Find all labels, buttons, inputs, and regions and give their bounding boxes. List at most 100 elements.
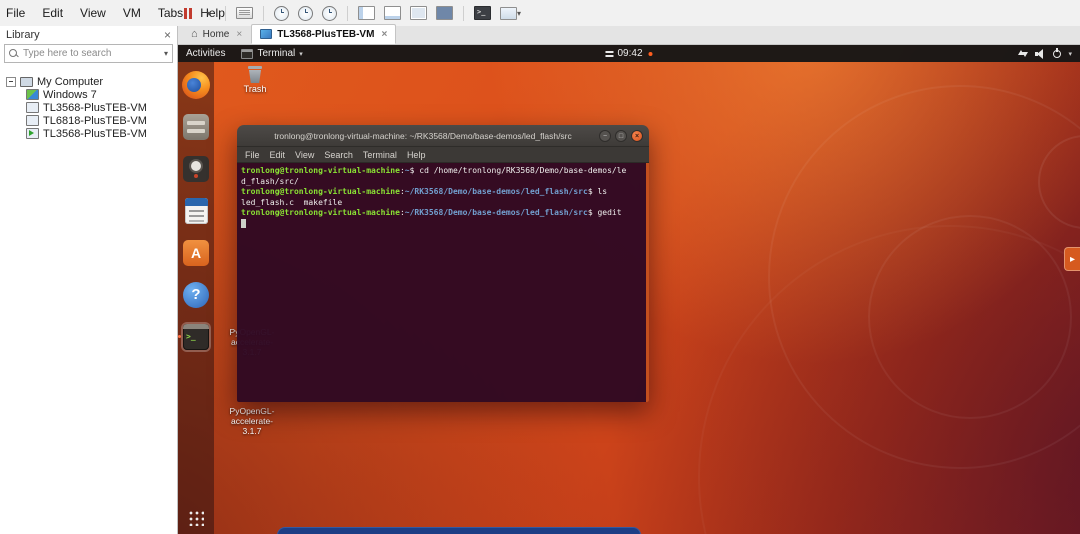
minimize-button[interactable]: −	[599, 130, 611, 142]
terminal-menu-search[interactable]: Search	[324, 150, 353, 160]
menu-view[interactable]: View	[80, 6, 106, 20]
library-header: Library ×	[0, 26, 177, 43]
app-menu-label: Terminal	[257, 48, 296, 59]
close-tab-icon[interactable]: ×	[381, 29, 387, 40]
activities-button[interactable]: Activities	[186, 48, 225, 59]
revert-clock-icon	[298, 5, 313, 21]
vmware-workstation-window: File Edit View VM Tabs Help ▾ ▾	[0, 0, 1080, 534]
take-snapshot-button[interactable]	[272, 3, 291, 23]
close-button[interactable]: ×	[631, 130, 643, 142]
tab-home[interactable]: ⌂ Home ×	[182, 24, 251, 44]
vm-display[interactable]: Activities Terminal ▾ 09:42 ▾ A ? >_ Tra…	[178, 45, 1080, 534]
vm-tree: My Computer Windows 7 TL3568-PlusTEB-VM …	[0, 67, 177, 140]
pause-icon	[184, 7, 187, 19]
close-tab-icon[interactable]: ×	[236, 29, 242, 40]
dock-item-rhythmbox[interactable]	[181, 154, 211, 184]
dock-item-help[interactable]	[181, 280, 211, 310]
show-applications-button[interactable]	[188, 510, 204, 526]
menu-file[interactable]: File	[6, 6, 25, 20]
search-input[interactable]	[21, 46, 164, 61]
show-library-button[interactable]	[356, 3, 377, 23]
dock-item-ubuntu-software[interactable]	[181, 238, 211, 268]
volume-icon	[1035, 48, 1046, 59]
dock-item-libreoffice-writer[interactable]	[181, 196, 211, 226]
keyboard-icon	[236, 7, 253, 19]
terminal-content[interactable]: tronlong@tronlong-virtual-machine:~$ cd …	[237, 163, 649, 402]
power-icon	[1053, 47, 1062, 58]
maximize-button[interactable]: □	[615, 130, 627, 142]
search-dropdown-icon[interactable]: ▾	[164, 49, 168, 58]
label-line: accelerate-	[230, 416, 274, 426]
manager-clock-icon	[322, 5, 337, 21]
trash-icon	[247, 65, 263, 84]
suspend-button[interactable]	[180, 3, 196, 23]
trash-label: Trash	[243, 84, 267, 94]
suspend-dropdown[interactable]: ▾	[201, 3, 217, 23]
window-buttons: − □ ×	[599, 130, 643, 142]
calendar-icon	[605, 50, 614, 53]
trash-desktop-icon[interactable]: Trash	[233, 65, 277, 95]
terminal-line	[241, 218, 643, 231]
tab-vm-label: TL3568-PlusTEB-VM	[277, 28, 375, 40]
clock-menu[interactable]: 09:42	[605, 48, 653, 59]
desktop-icon-label[interactable]: PyOpenGL- accelerate- 3.1.7	[220, 406, 284, 436]
terminal-icon	[183, 324, 209, 350]
terminal-app-icon	[241, 48, 254, 59]
send-ctrl-alt-del-button[interactable]	[234, 3, 255, 23]
tree-item-label: My Computer	[37, 75, 104, 88]
label-line: PyOpenGL-	[229, 406, 275, 416]
system-tray[interactable]: ▾	[1018, 47, 1072, 59]
console-icon	[474, 6, 491, 20]
chevron-down-icon: ▾	[517, 8, 522, 18]
computer-icon	[20, 76, 33, 87]
dock-item-files[interactable]	[181, 112, 211, 142]
tab-bar: ⌂ Home × TL3568-PlusTEB-VM ×	[178, 24, 1080, 45]
wallpaper-circle	[698, 225, 1080, 534]
right-edge-arrow-button[interactable]: ▸	[1064, 247, 1080, 271]
tab-vm[interactable]: TL3568-PlusTEB-VM ×	[251, 24, 397, 44]
terminal-title: tronlong@tronlong-virtual-machine: ~/RK3…	[274, 130, 572, 141]
menu-vm[interactable]: VM	[123, 6, 141, 20]
show-thumbnail-bar-button[interactable]	[382, 3, 403, 23]
vm-monitor-icon	[26, 89, 39, 100]
tree-item-tl6818[interactable]: TL6818-PlusTEB-VM	[0, 114, 177, 127]
terminal-menu-edit[interactable]: Edit	[270, 150, 286, 160]
snapshot-manager-button[interactable]	[320, 3, 339, 23]
files-icon	[183, 114, 209, 140]
dock-item-terminal[interactable]	[178, 322, 211, 352]
firefox-icon	[182, 71, 210, 99]
chevron-down-icon: ▾	[206, 8, 211, 18]
library-title: Library	[6, 29, 40, 41]
terminal-cursor	[241, 218, 246, 228]
terminal-menu-view[interactable]: View	[295, 150, 314, 160]
app-menu[interactable]: Terminal ▾	[241, 48, 303, 59]
expander-icon[interactable]	[6, 76, 16, 87]
vm-monitor-icon	[26, 115, 39, 126]
menu-edit[interactable]: Edit	[42, 6, 63, 20]
display-settings-button[interactable]: ▾	[498, 3, 523, 23]
tree-item-tl3568-running[interactable]: TL3568-PlusTEB-VM	[0, 127, 177, 140]
console-view-button[interactable]	[408, 3, 429, 23]
terminal-titlebar[interactable]: tronlong@tronlong-virtual-machine: ~/RK3…	[237, 125, 649, 147]
terminal-menu-help[interactable]: Help	[407, 150, 426, 160]
terminal-window: tronlong@tronlong-virtual-machine: ~/RK3…	[237, 125, 649, 402]
vmware-toolbar: ▾ ▾	[180, 0, 523, 26]
terminal-line: tronlong@tronlong-virtual-machine:~/RK35…	[241, 208, 622, 217]
tree-item-tl3568[interactable]: TL3568-PlusTEB-VM	[0, 101, 177, 114]
tree-item-my-computer[interactable]: My Computer	[0, 75, 177, 88]
revert-snapshot-button[interactable]	[296, 3, 315, 23]
label-line: 3.1.7	[242, 426, 262, 436]
pause-icon	[189, 7, 192, 19]
library-close-button[interactable]: ×	[164, 28, 171, 42]
help-icon	[183, 282, 209, 308]
vm-monitor-icon	[26, 102, 39, 113]
terminal-menu-terminal[interactable]: Terminal	[363, 150, 397, 160]
terminal-line: d_flash/src/	[241, 176, 299, 186]
dock-item-firefox[interactable]	[181, 70, 211, 100]
fullscreen-button[interactable]	[434, 3, 455, 23]
tree-item-label: TL3568-PlusTEB-VM	[43, 101, 147, 114]
tree-item-windows7[interactable]: Windows 7	[0, 88, 177, 101]
terminal-menu-file[interactable]: File	[245, 150, 260, 160]
terminal-scrollbar[interactable]	[646, 163, 649, 402]
console-button[interactable]	[472, 3, 493, 23]
